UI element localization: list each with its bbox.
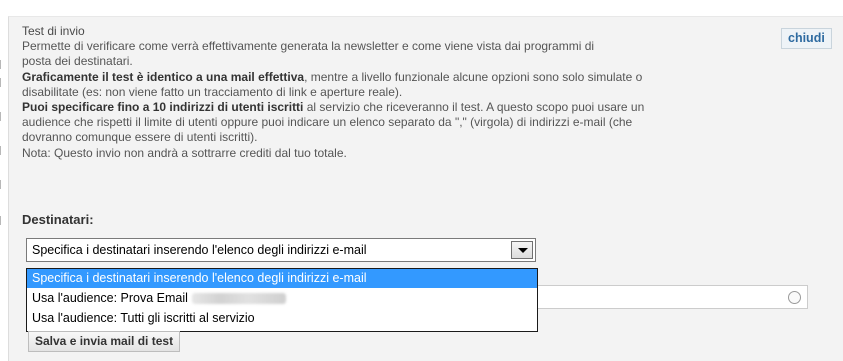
recipients-select-value: Specifica i destinatari inserendo l'elen… [32, 243, 367, 257]
recipients-select[interactable]: Specifica i destinatari inserendo l'elen… [26, 238, 536, 262]
desc-bold: Puoi specificare fino a 10 indirizzi di … [22, 100, 304, 115]
dropdown-option[interactable]: Specifica i destinatari inserendo l'elen… [27, 269, 537, 288]
desc-line: dovranno comunque essere di utenti iscri… [22, 130, 258, 145]
chevron-down-icon[interactable] [511, 241, 533, 259]
panel-description: Test di invio Permette di verificare com… [22, 24, 822, 161]
circle-icon[interactable] [788, 291, 801, 304]
desc-line: posta dei destinatari. [22, 54, 133, 69]
option-label: Usa l'audience: Prova Email [32, 291, 188, 305]
save-and-send-test-button[interactable]: Salva e invia mail di test [28, 331, 181, 352]
option-label: Usa l'audience: Tutti gli iscritti al se… [32, 311, 255, 325]
edge-mark [0, 216, 5, 225]
dropdown-option[interactable]: Usa l'audience: Prova Email [27, 289, 537, 308]
desc-line: Permette di verificare come verrà effett… [22, 39, 595, 54]
option-label: Specifica i destinatari inserendo l'elen… [32, 271, 367, 285]
edge-mark [0, 112, 5, 121]
desc-line: Graficamente il test è identico a una ma… [22, 70, 822, 85]
desc-line: disabilitate (es: non viene fatto un tra… [22, 84, 403, 99]
desc-text: , mentre a livello funzionale alcune opz… [304, 69, 643, 84]
desc-bold: Graficamente il test è identico a una ma… [22, 69, 305, 84]
recipients-text-field[interactable] [538, 285, 808, 309]
redacted-name [191, 293, 286, 305]
desc-line: Puoi specificare fino a 10 indirizzi di … [22, 100, 822, 115]
desc-text: al servizio che riceveranno il test. A q… [303, 100, 645, 115]
note-line: Nota: Questo invio non andrà a sottrarre… [22, 145, 347, 160]
desc-line: audience che rispetti il limite di utent… [22, 115, 633, 130]
recipients-dropdown-list: Specifica i destinatari inserendo l'elen… [26, 268, 538, 332]
close-button[interactable]: chiudi [781, 28, 832, 49]
edge-mark [0, 146, 5, 155]
edge-mark [0, 60, 5, 69]
edge-mark [0, 78, 5, 87]
recipients-label: Destinatari: [22, 212, 94, 227]
edge-mark [0, 180, 5, 189]
panel-title: Test di invio [22, 24, 85, 38]
page-left-edge [0, 0, 6, 360]
dropdown-option[interactable]: Usa l'audience: Tutti gli iscritti al se… [27, 309, 537, 328]
